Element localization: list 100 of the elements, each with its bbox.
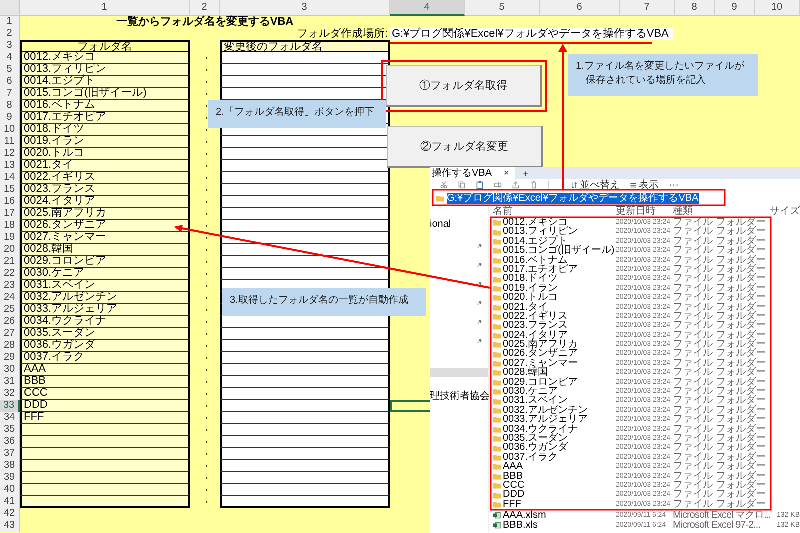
file-name[interactable]: DDD (493, 490, 616, 500)
row-header[interactable]: 40 (0, 484, 20, 496)
file-name[interactable]: 0016.ベトナム (493, 256, 616, 265)
file-name[interactable]: 0017.エチオピア (493, 264, 616, 274)
column-header[interactable]: 5 (465, 0, 540, 16)
row-header[interactable]: 21 (0, 256, 20, 268)
clipboard-icon[interactable] (476, 181, 484, 189)
file-name[interactable]: 0028.韓国 (493, 368, 616, 378)
row-header[interactable]: 32 (0, 388, 20, 400)
row-header[interactable]: 6 (0, 76, 20, 88)
file-name[interactable]: 0020.トルコ (493, 293, 616, 303)
new-tab-button[interactable]: + (523, 169, 529, 179)
file-name[interactable]: 0025.南アフリカ (493, 340, 616, 350)
row-header[interactable]: 41 (0, 496, 20, 508)
column-header[interactable]: 6 (540, 0, 620, 16)
nav-item[interactable]: 理技術者協会 (430, 391, 490, 402)
more-button[interactable]: ··· (669, 180, 679, 190)
file-name[interactable]: 0032.アルゼンチン (493, 406, 616, 416)
row-header[interactable]: 34 (0, 412, 20, 424)
file-name[interactable]: BBB.xls (493, 520, 616, 530)
file-name[interactable]: BBB (493, 472, 616, 481)
address-bar[interactable]: G:¥ブログ関係¥Excel¥フォルダやデータを操作するVBA (430, 191, 800, 205)
column-header[interactable]: 8 (675, 0, 715, 16)
column-header[interactable]: 10 (755, 0, 800, 16)
file-name[interactable]: 0037.イラク (493, 452, 616, 462)
row-header[interactable]: 35 (0, 424, 20, 436)
row-header[interactable]: 29 (0, 352, 20, 364)
row-header[interactable]: 26 (0, 316, 20, 328)
column-header[interactable]: 名前 (493, 207, 616, 217)
file-name[interactable]: 0033.アルジェリア (493, 415, 616, 425)
sort-button[interactable]: 並べ替え (571, 180, 620, 190)
file-name[interactable]: 0013.フィリピン (493, 227, 616, 237)
row-header[interactable]: 18 (0, 220, 20, 232)
row-header[interactable]: 31 (0, 376, 20, 388)
file-name[interactable]: 0029.コロンビア (493, 378, 616, 388)
file-name[interactable]: 0023.フランス (493, 321, 616, 331)
row-header[interactable]: 36 (0, 436, 20, 448)
file-name[interactable]: 0019.イラン (493, 284, 616, 294)
row-header[interactable]: 13 (0, 160, 20, 172)
row-header[interactable]: 30 (0, 364, 20, 376)
scissors-icon[interactable] (440, 181, 448, 189)
file-name[interactable]: 0026.タンザニア (493, 349, 616, 359)
row-header[interactable]: 28 (0, 340, 20, 352)
row-header[interactable]: 17 (0, 208, 20, 220)
row-header[interactable]: 39 (0, 472, 20, 484)
row-header[interactable]: 23 (0, 280, 20, 292)
file-name[interactable]: 0030.ケニア (493, 387, 616, 396)
row-header[interactable]: 27 (0, 328, 20, 340)
file-name[interactable]: 0018.ドイツ (493, 274, 616, 284)
row-header[interactable]: 43 (0, 520, 20, 532)
file-name[interactable]: 0015.コンゴ(旧ザイール) (493, 246, 616, 256)
file-name[interactable]: 0034.ウクライナ (493, 424, 616, 434)
row-header[interactable]: 2 (0, 28, 20, 40)
column-header[interactable]: 4 (390, 0, 465, 16)
rename-icon[interactable] (494, 181, 502, 189)
row-header[interactable]: 24 (0, 292, 20, 304)
file-name[interactable]: CCC (493, 480, 616, 490)
row-header[interactable]: 38 (0, 460, 20, 472)
file-name[interactable]: 0035.スーダン (493, 434, 616, 444)
window-tab[interactable]: 操作するVBA × (430, 167, 516, 179)
column-header[interactable]: 種類 (673, 207, 770, 217)
row-header[interactable]: 8 (0, 100, 20, 112)
copy-icon[interactable] (458, 181, 466, 189)
row-header[interactable]: 25 (0, 304, 20, 316)
close-button[interactable]: × (504, 168, 510, 178)
trash-icon[interactable] (530, 181, 538, 189)
row-header[interactable]: 12 (0, 148, 20, 160)
row-header[interactable]: 37 (0, 448, 20, 460)
row-header[interactable]: 19 (0, 232, 20, 244)
column-header[interactable]: 3 (220, 0, 390, 16)
row-header[interactable]: 16 (0, 196, 20, 208)
column-header[interactable]: サイズ (770, 207, 800, 217)
file-name[interactable]: 0031.スペイン (493, 396, 616, 406)
row-header[interactable]: 14 (0, 172, 20, 184)
row-header[interactable]: 9 (0, 112, 20, 124)
column-header[interactable]: 9 (715, 0, 755, 16)
share-icon[interactable] (512, 181, 520, 189)
row-header[interactable]: 7 (0, 88, 20, 100)
file-name[interactable]: 0036.ウガンダ (493, 443, 616, 453)
column-header[interactable]: 7 (620, 0, 675, 16)
location-path-cell[interactable]: G:¥ブログ関係¥Excel¥フォルダやデータを操作するVBA (390, 28, 673, 40)
row-header[interactable]: 15 (0, 184, 20, 196)
row-header[interactable]: 10 (0, 124, 20, 136)
row-header[interactable]: 33 (0, 400, 20, 412)
file-name[interactable]: AAA.xlsm (493, 511, 616, 521)
file-name[interactable]: 0021.タイ (493, 302, 616, 312)
file-name[interactable]: 0024.イタリア (493, 330, 616, 340)
column-header[interactable]: 2 (190, 0, 220, 16)
nav-item[interactable]: ional (430, 219, 452, 230)
file-name[interactable]: 0012.メキシコ (493, 218, 616, 228)
file-name[interactable]: AAA (493, 462, 616, 472)
row-header[interactable]: 1 (0, 16, 20, 28)
view-button[interactable]: 表示 (630, 180, 659, 190)
row-header[interactable]: 22 (0, 268, 20, 280)
macro-button[interactable]: ②フォルダ名変更 (387, 126, 543, 168)
row-header[interactable]: 5 (0, 64, 20, 76)
file-name[interactable]: 0014.エジプト (493, 236, 616, 246)
file-name[interactable]: 0022.イギリス (493, 312, 616, 322)
row-header[interactable]: 3 (0, 40, 20, 52)
macro-button[interactable]: ①フォルダ名取得 (386, 65, 542, 107)
